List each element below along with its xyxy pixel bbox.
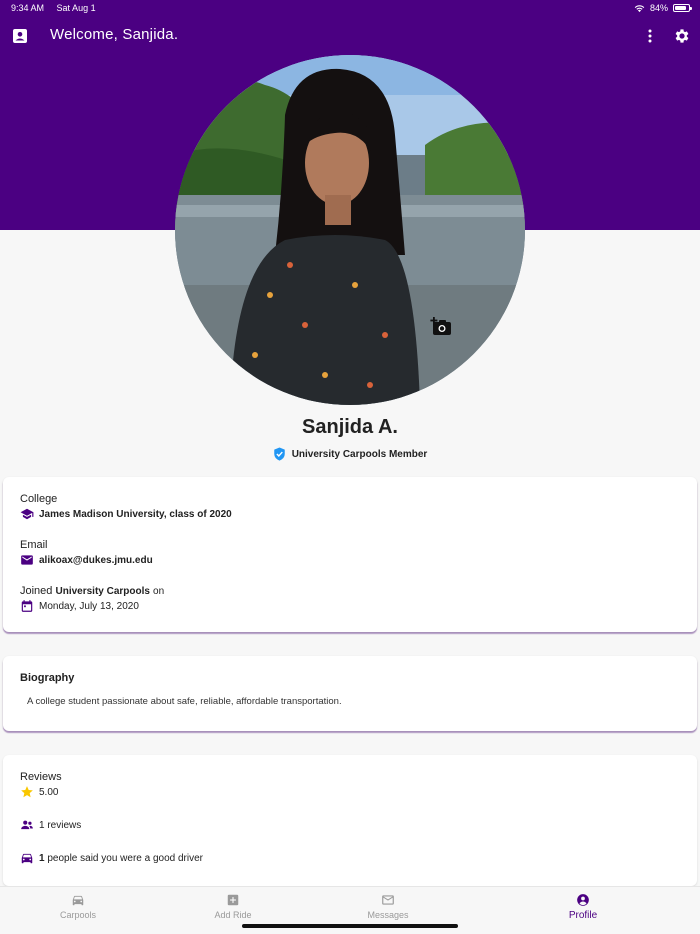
- college-label: College: [20, 493, 58, 505]
- joined-prefix: Joined: [20, 585, 53, 597]
- good-driver-row: 1 people said you were a good driver: [20, 851, 203, 865]
- joined-label: Joined University Carpools on: [20, 585, 164, 597]
- biography-title: Biography: [20, 672, 75, 684]
- account-circle-icon: [577, 894, 589, 906]
- people-icon: [21, 820, 33, 830]
- tab-profile[interactable]: Profile: [513, 893, 653, 921]
- college-value: James Madison University, class of 2020: [39, 508, 232, 520]
- member-badge: University Carpools Member: [0, 447, 700, 461]
- email-value: alikoax@dukes.jmu.edu: [39, 554, 153, 566]
- profile-info-card: College James Madison University, class …: [3, 477, 697, 632]
- graduation-cap-icon: [20, 508, 34, 520]
- email-label: Email: [20, 539, 48, 551]
- college-row: James Madison University, class of 2020: [20, 507, 232, 521]
- mail-icon: [21, 555, 33, 565]
- wifi-icon: [634, 4, 645, 12]
- review-count-row: 1 reviews: [20, 818, 81, 832]
- tab-add-ride[interactable]: Add Ride: [163, 893, 303, 920]
- gear-icon[interactable]: [673, 27, 691, 45]
- more-vertical-icon[interactable]: [644, 28, 656, 44]
- verified-shield-icon: [273, 447, 285, 461]
- good-driver-count: 1: [39, 852, 45, 864]
- tab-profile-label: Profile: [568, 910, 598, 921]
- car-icon: [72, 895, 84, 906]
- app-bar: Welcome, Sanjida.: [0, 17, 700, 55]
- add-photo-icon[interactable]: [430, 316, 452, 336]
- battery-level: [675, 6, 686, 10]
- home-indicator: [242, 924, 458, 928]
- review-count: 1 reviews: [39, 819, 82, 831]
- biography-text: A college student passionate about safe,…: [27, 696, 342, 707]
- good-driver-text: people said you were a good driver: [47, 852, 203, 864]
- calendar-icon: [21, 600, 33, 612]
- status-bar: 9:34 AM Sat Aug 1 84%: [0, 0, 700, 17]
- tab-carpools-label: Carpools: [59, 910, 97, 920]
- rating-row: 5.00: [20, 785, 58, 799]
- battery-percent: 84%: [649, 3, 668, 13]
- add-box-icon: [227, 894, 239, 906]
- email-row: alikoax@dukes.jmu.edu: [20, 553, 153, 567]
- joined-row: Monday, July 13, 2020: [20, 599, 139, 613]
- contact-card-icon[interactable]: [12, 28, 28, 44]
- tab-messages-label: Messages: [367, 910, 409, 920]
- profile-name: Sanjida A.: [302, 416, 398, 438]
- profile-photo[interactable]: [175, 55, 525, 405]
- page-title: Welcome, Sanjida.: [50, 26, 179, 43]
- reviews-title: Reviews: [20, 771, 62, 783]
- joined-date: Monday, July 13, 2020: [39, 600, 139, 612]
- joined-org: University Carpools: [55, 586, 150, 597]
- battery-icon: [673, 4, 692, 12]
- member-badge-label: University Carpools Member: [291, 448, 428, 460]
- biography-card: Biography A college student passionate a…: [3, 656, 697, 731]
- mail-icon: [382, 895, 394, 905]
- star-icon: [21, 786, 33, 798]
- rating-value: 5.00: [39, 786, 59, 798]
- joined-suffix: on: [153, 586, 165, 597]
- tab-carpools[interactable]: Carpools: [8, 893, 148, 920]
- status-time: 9:34 AM: [11, 3, 45, 13]
- tab-add-ride-label: Add Ride: [214, 910, 252, 920]
- car-icon: [21, 853, 33, 864]
- status-date: Sat Aug 1: [56, 3, 96, 13]
- reviews-card: Reviews 5.00 1 reviews 1 people said you…: [3, 755, 697, 886]
- tab-messages[interactable]: Messages: [318, 893, 458, 920]
